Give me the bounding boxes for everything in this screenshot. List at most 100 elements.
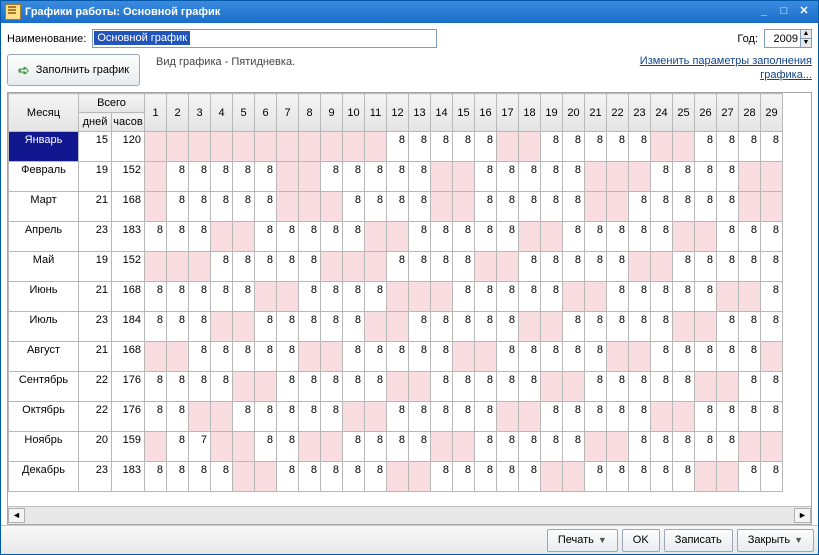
cell-day[interactable]: 8 <box>541 342 563 372</box>
cell-day[interactable] <box>211 432 233 462</box>
cell-day[interactable] <box>365 402 387 432</box>
cell-day[interactable] <box>365 222 387 252</box>
cell-hours[interactable]: 152 <box>112 252 145 282</box>
save-button[interactable]: Записать <box>664 529 733 552</box>
cell-day[interactable]: 8 <box>651 372 673 402</box>
cell-day[interactable]: 8 <box>387 342 409 372</box>
cell-day[interactable]: 8 <box>299 282 321 312</box>
cell-day[interactable] <box>321 132 343 162</box>
col-month[interactable]: Месяц <box>9 94 79 132</box>
cell-day[interactable]: 8 <box>497 432 519 462</box>
cell-day[interactable]: 8 <box>541 192 563 222</box>
cell-day[interactable]: 8 <box>321 222 343 252</box>
cell-month[interactable]: Февраль <box>9 162 79 192</box>
cell-day[interactable]: 8 <box>739 462 761 492</box>
cell-month[interactable]: Декабрь <box>9 462 79 492</box>
spin-up-icon[interactable]: ▲ <box>800 30 811 39</box>
cell-day[interactable]: 8 <box>651 162 673 192</box>
col-day-2[interactable]: 2 <box>167 94 189 132</box>
cell-day[interactable]: 8 <box>167 462 189 492</box>
cell-days[interactable]: 21 <box>79 342 112 372</box>
cell-day[interactable]: 8 <box>629 192 651 222</box>
spin-down-icon[interactable]: ▼ <box>800 39 811 47</box>
cell-day[interactable] <box>541 372 563 402</box>
cell-day[interactable]: 8 <box>299 372 321 402</box>
cell-day[interactable]: 8 <box>519 162 541 192</box>
cell-day[interactable]: 8 <box>277 342 299 372</box>
cell-day[interactable] <box>563 462 585 492</box>
cell-day[interactable]: 8 <box>167 402 189 432</box>
cell-day[interactable]: 8 <box>497 192 519 222</box>
cell-day[interactable] <box>409 282 431 312</box>
cell-day[interactable]: 8 <box>233 342 255 372</box>
cell-day[interactable]: 8 <box>387 132 409 162</box>
cell-month[interactable]: Январь <box>9 132 79 162</box>
cell-day[interactable] <box>343 402 365 432</box>
cell-day[interactable]: 8 <box>717 312 739 342</box>
cell-day[interactable]: 8 <box>189 372 211 402</box>
cell-day[interactable]: 8 <box>475 222 497 252</box>
cell-hours[interactable]: 168 <box>112 342 145 372</box>
cell-day[interactable]: 8 <box>497 312 519 342</box>
scroll-right-icon[interactable]: ► <box>794 508 811 523</box>
cell-day[interactable] <box>585 432 607 462</box>
name-input[interactable]: Основной график <box>92 29 437 48</box>
cell-day[interactable] <box>233 372 255 402</box>
cell-day[interactable]: 8 <box>563 132 585 162</box>
cell-day[interactable]: 8 <box>453 312 475 342</box>
cell-day[interactable]: 8 <box>717 162 739 192</box>
cell-day[interactable]: 8 <box>343 282 365 312</box>
cell-day[interactable]: 8 <box>475 462 497 492</box>
cell-day[interactable]: 8 <box>497 222 519 252</box>
cell-day[interactable]: 8 <box>387 192 409 222</box>
cell-day[interactable] <box>189 402 211 432</box>
cell-day[interactable]: 8 <box>343 162 365 192</box>
cell-day[interactable] <box>717 462 739 492</box>
col-day-4[interactable]: 4 <box>211 94 233 132</box>
cell-day[interactable] <box>145 162 167 192</box>
cell-day[interactable] <box>431 162 453 192</box>
cell-day[interactable] <box>387 462 409 492</box>
cell-day[interactable]: 8 <box>277 312 299 342</box>
cell-day[interactable] <box>541 312 563 342</box>
cell-day[interactable]: 8 <box>541 252 563 282</box>
cell-day[interactable]: 8 <box>607 252 629 282</box>
cell-day[interactable]: 8 <box>387 402 409 432</box>
cell-day[interactable] <box>365 312 387 342</box>
table-row[interactable]: Сентябрь22176888888888888888888888 <box>9 372 783 402</box>
cell-day[interactable]: 7 <box>189 432 211 462</box>
cell-day[interactable] <box>585 192 607 222</box>
cell-day[interactable]: 8 <box>409 432 431 462</box>
cell-days[interactable]: 23 <box>79 462 112 492</box>
cell-day[interactable]: 8 <box>431 132 453 162</box>
cell-day[interactable]: 8 <box>563 432 585 462</box>
cell-day[interactable]: 8 <box>145 462 167 492</box>
cell-day[interactable] <box>673 132 695 162</box>
cell-day[interactable]: 8 <box>343 372 365 402</box>
cell-day[interactable]: 8 <box>321 282 343 312</box>
col-day-29[interactable]: 29 <box>761 94 783 132</box>
cell-hours[interactable]: 176 <box>112 402 145 432</box>
table-row[interactable]: Февраль191528888888888888888888 <box>9 162 783 192</box>
cell-day[interactable]: 8 <box>475 162 497 192</box>
cell-day[interactable] <box>167 252 189 282</box>
col-day-27[interactable]: 27 <box>717 94 739 132</box>
cell-day[interactable]: 8 <box>739 402 761 432</box>
cell-day[interactable]: 8 <box>519 432 541 462</box>
cell-day[interactable]: 8 <box>277 432 299 462</box>
cell-day[interactable] <box>343 132 365 162</box>
cell-day[interactable]: 8 <box>233 192 255 222</box>
cell-day[interactable]: 8 <box>365 342 387 372</box>
col-day-20[interactable]: 20 <box>563 94 585 132</box>
cell-day[interactable]: 8 <box>629 312 651 342</box>
cell-day[interactable] <box>673 402 695 432</box>
cell-month[interactable]: Апрель <box>9 222 79 252</box>
cell-days[interactable]: 20 <box>79 432 112 462</box>
cell-day[interactable]: 8 <box>365 372 387 402</box>
cell-day[interactable] <box>541 462 563 492</box>
minimize-button[interactable]: _ <box>754 4 774 20</box>
cell-day[interactable]: 8 <box>739 132 761 162</box>
cell-day[interactable]: 8 <box>167 192 189 222</box>
maximize-button[interactable]: □ <box>774 4 794 20</box>
cell-days[interactable]: 19 <box>79 162 112 192</box>
